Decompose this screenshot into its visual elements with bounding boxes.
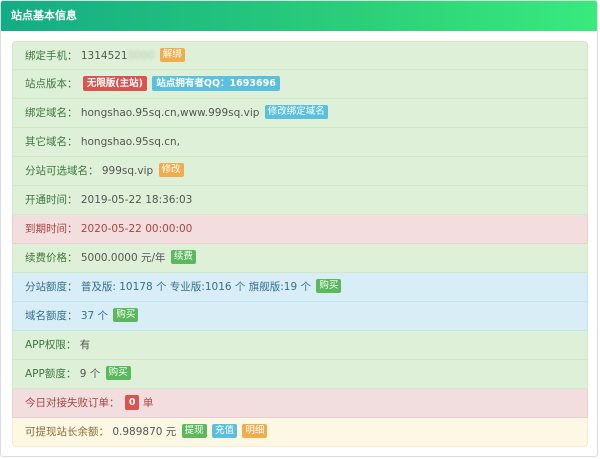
version-badge: 无限版(主站): [82, 75, 148, 91]
row-domain-quota: 域名额度： 37 个 购买: [12, 302, 588, 331]
app-quota-value: 9 个: [79, 368, 101, 380]
edit-domain-button[interactable]: 修改绑定域名: [264, 105, 328, 119]
row-expire-time: 到期时间： 2020-05-22 00:00:00: [12, 215, 588, 244]
row-failed-orders: 今日对接失败订单： 0 单: [12, 389, 588, 418]
row-app-permission: APP权限： 有: [12, 331, 588, 360]
row-app-quota: APP额度： 9 个 购买: [12, 360, 588, 389]
row-open-time: 开通时间： 2019-05-22 18:36:03: [12, 186, 588, 215]
open-time-value: 2019-05-22 18:36:03: [80, 194, 193, 206]
row-site-version: 站点版本： 无限版(主站) 站点拥有者QQ：1693696: [12, 70, 588, 99]
row-renew-price: 续费价格： 5000.0000 元/年 续费: [12, 244, 588, 273]
app-permission-label: APP权限：: [25, 339, 77, 351]
sub-domain-label: 分站可选域名：: [25, 165, 99, 177]
balance-label: 可提现站长余额：: [25, 426, 109, 438]
row-balance: 可提现站长余额： 0.989870 元 提现 充值 明细: [12, 418, 588, 447]
recharge-button[interactable]: 充值: [212, 424, 238, 438]
domain-value: hongshao.95sq.cn,www.999sq.vip: [80, 107, 260, 119]
phone-masked-digits: 0000: [127, 50, 155, 62]
renew-button[interactable]: 续费: [170, 250, 196, 264]
failed-orders-label: 今日对接失败订单：: [25, 397, 120, 409]
edit-sub-domain-button[interactable]: 修改: [158, 163, 184, 177]
phone-value: 1314521: [80, 50, 128, 62]
app-permission-value: 有: [79, 339, 91, 351]
buy-app-quota-button[interactable]: 购买: [105, 366, 131, 380]
row-sub-site-quota: 分站额度： 普及版: 10178 个 专业版:1016 个 旗舰版:19 个 购…: [12, 273, 588, 302]
site-info-panel: 站点基本信息 绑定手机： 13145210000 解绑 站点版本： 无限版(主站…: [0, 0, 598, 457]
row-bound-phone: 绑定手机： 13145210000 解绑: [12, 41, 588, 70]
domain-quota-label: 域名额度：: [25, 310, 78, 322]
sub-domain-value: 999sq.vip: [101, 165, 154, 177]
detail-button[interactable]: 明细: [242, 424, 268, 438]
other-domain-value: hongshao.95sq.cn,: [80, 136, 180, 148]
phone-label: 绑定手机：: [25, 50, 78, 62]
panel-title: 站点基本信息: [1, 1, 597, 31]
buy-quota-button[interactable]: 购买: [316, 279, 342, 293]
failed-orders-count[interactable]: 0: [124, 394, 140, 410]
row-sub-domain: 分站可选域名： 999sq.vip 修改: [12, 157, 588, 186]
info-list: 绑定手机： 13145210000 解绑 站点版本： 无限版(主站) 站点拥有者…: [12, 41, 588, 447]
owner-qq-badge: 站点拥有者QQ：1693696: [152, 75, 280, 91]
row-bound-domain: 绑定域名： hongshao.95sq.cn,www.999sq.vip 修改绑…: [12, 99, 588, 128]
domain-label: 绑定域名：: [25, 107, 78, 119]
renew-price-label: 续费价格：: [25, 252, 78, 264]
expire-time-label: 到期时间：: [25, 223, 78, 235]
other-domain-label: 其它域名：: [25, 136, 78, 148]
unbind-phone-button[interactable]: 解绑: [159, 48, 185, 62]
expire-time-value: 2020-05-22 00:00:00: [80, 223, 193, 235]
quota-value: 普及版: 10178 个 专业版:1016 个 旗舰版:19 个: [80, 281, 311, 293]
buy-domain-quota-button[interactable]: 购买: [113, 308, 139, 322]
quota-label: 分站额度：: [25, 281, 78, 293]
renew-price-value: 5000.0000 元/年: [80, 252, 166, 264]
withdraw-button[interactable]: 提现: [181, 424, 207, 438]
failed-orders-unit: 单: [142, 397, 154, 409]
row-other-domain: 其它域名： hongshao.95sq.cn,: [12, 128, 588, 157]
balance-value: 0.989870 元: [112, 426, 177, 438]
domain-quota-value: 37 个: [80, 310, 109, 322]
app-quota-label: APP额度：: [25, 368, 77, 380]
version-label: 站点版本：: [25, 78, 78, 90]
open-time-label: 开通时间：: [25, 194, 78, 206]
